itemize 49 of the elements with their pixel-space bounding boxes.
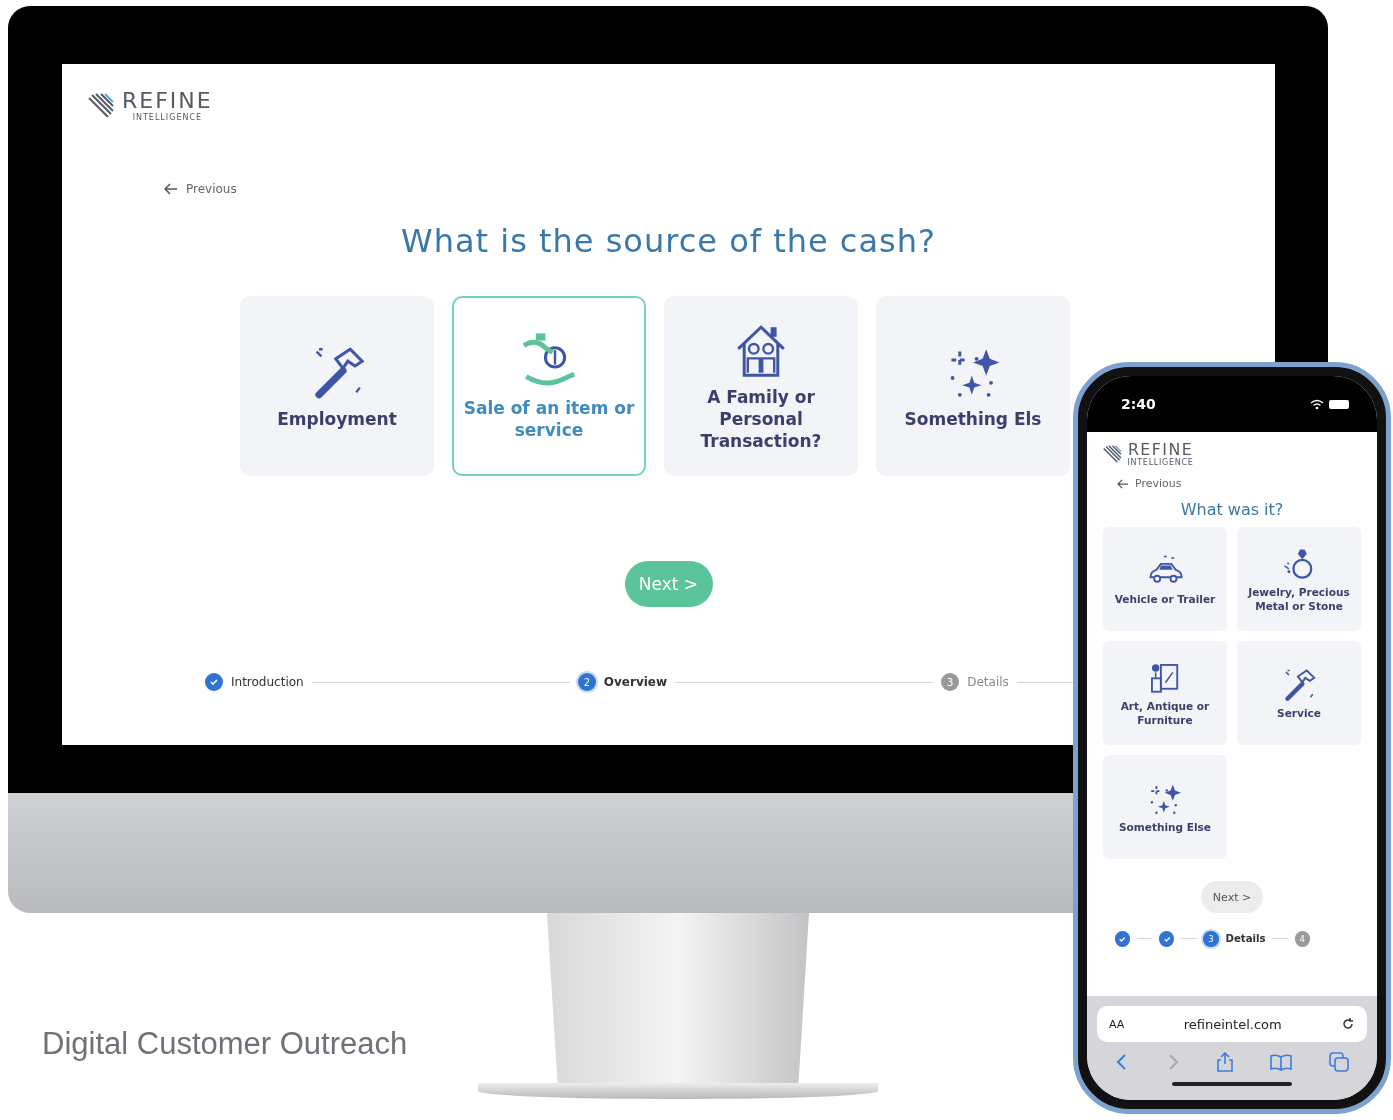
option-label: Sale of an item or service <box>462 396 636 442</box>
question-heading: What is the source of the cash? <box>400 222 937 260</box>
next-button[interactable]: Next > <box>1201 881 1263 914</box>
option-card[interactable]: Something Else <box>1103 755 1227 860</box>
logo-wordmark: REFINE <box>1127 442 1194 458</box>
option-label: A Family or Personal Transaction? <box>699 385 823 453</box>
back-arrow-icon <box>164 183 178 195</box>
caption: Digital Customer Outreach <box>41 1026 409 1063</box>
previous-link[interactable]: Previous <box>1117 477 1182 491</box>
question-heading: What was it? <box>1179 500 1285 520</box>
logo-tagline: INTELLIGENCE <box>132 114 203 122</box>
option-card[interactable]: Vehicle or Trailer <box>1103 527 1227 632</box>
wifi-battery-icon <box>1309 398 1351 410</box>
url-text: refineintel.com <box>1182 1016 1283 1032</box>
option-label: Service <box>1277 706 1321 721</box>
step-label: Introduction <box>231 675 304 689</box>
text-size-button[interactable]: AA <box>1109 1017 1125 1031</box>
share-icon[interactable] <box>1215 1052 1234 1072</box>
option-label: Something Els <box>904 407 1042 431</box>
step-number: 4 <box>1294 931 1310 947</box>
option-label: Vehicle or Trailer <box>1114 592 1216 607</box>
previous-link[interactable]: Previous <box>164 182 237 196</box>
step-label: Details <box>1225 933 1266 945</box>
option-label: Something Else <box>1119 820 1211 835</box>
option-label: Art, Antique or Furniture <box>1119 700 1211 728</box>
address-bar[interactable]: AA refineintel.com <box>1097 1006 1367 1042</box>
logo-tagline: INTELLIGENCE <box>1127 459 1194 468</box>
bookmarks-icon[interactable] <box>1270 1053 1293 1071</box>
step-number: 3 <box>941 673 960 691</box>
tabs-icon[interactable] <box>1328 1052 1349 1072</box>
option-card[interactable]: Something Els <box>876 296 1070 476</box>
option-label: Jewelry, Precious Metal or Stone <box>1246 586 1351 614</box>
logo-mark-icon <box>1103 445 1122 464</box>
option-card[interactable]: Jewelry, Precious Metal or Stone <box>1237 527 1361 632</box>
reload-icon[interactable] <box>1341 1017 1355 1031</box>
option-card[interactable]: Art, Antique or Furniture <box>1103 641 1227 746</box>
step-label: Details <box>967 675 1009 689</box>
step-number: 3 <box>1203 931 1219 947</box>
logo-wordmark: REFINE <box>122 90 213 112</box>
logo-mark-icon <box>88 93 114 119</box>
option-label: Employment <box>277 407 397 431</box>
status-time: 2:40 <box>1121 396 1156 412</box>
option-card[interactable]: Sale of an item or service <box>452 296 646 476</box>
back-arrow-icon <box>1117 478 1129 489</box>
step-label: Overview <box>603 675 668 689</box>
option-card[interactable]: Service <box>1237 641 1361 746</box>
option-card[interactable]: Employment <box>240 296 434 476</box>
step-number: 2 <box>577 673 596 691</box>
option-card[interactable]: A Family or Personal Transaction? <box>664 296 858 476</box>
